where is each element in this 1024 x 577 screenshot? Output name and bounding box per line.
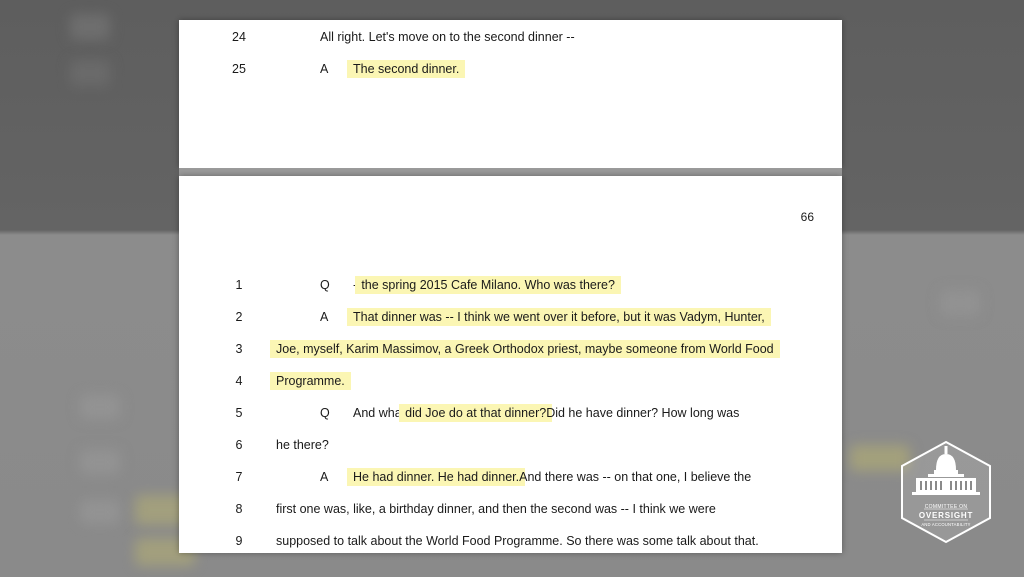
- line-number: 5: [235, 406, 243, 420]
- line-number: 6: [235, 438, 243, 452]
- line-number: 24: [232, 30, 246, 44]
- line-text: he there?: [276, 438, 329, 452]
- line-number: 3: [235, 342, 243, 356]
- highlighted-text: the spring 2015 Cafe Milano. Who was the…: [355, 276, 621, 294]
- highlighted-text: did Joe do at that dinner?: [399, 404, 553, 422]
- highlighted-text: He had dinner. He had dinner.: [347, 468, 526, 486]
- highlighted-text: That dinner was -- I think we went over …: [347, 308, 771, 326]
- highlighted-text: Joe, myself, Karim Massimov, a Greek Ort…: [270, 340, 780, 358]
- blur-shape: [70, 60, 110, 86]
- line-text: Did he have dinner? How long was: [546, 406, 740, 420]
- logo-text: AND ACCOUNTABILITY: [921, 522, 971, 527]
- speaker-label: Q: [320, 278, 330, 292]
- line-text: All right. Let's move on to the second d…: [320, 30, 575, 44]
- line-number: 4: [235, 374, 243, 388]
- capitol-dome-icon: [901, 440, 991, 544]
- highlighted-text: Programme.: [270, 372, 351, 390]
- line-text: supposed to talk about the World Food Pr…: [276, 534, 759, 548]
- speaker-label: A: [320, 310, 329, 324]
- logo-text: OVERSIGHT: [918, 511, 974, 520]
- line-number: 7: [235, 470, 243, 484]
- page-number: 66: [800, 210, 814, 224]
- blur-shape: [70, 14, 110, 40]
- blur-shape: [80, 395, 120, 419]
- line-text: first one was, like, a birthday dinner, …: [276, 502, 716, 516]
- transcript-page-top: 24 All right. Let's move on to the secon…: [179, 20, 842, 168]
- line-number: 9: [235, 534, 243, 548]
- transcript-page-bottom: 66 1 Q -- the spring 2015 Cafe Milano. W…: [179, 176, 842, 553]
- blur-shape: [80, 500, 120, 524]
- committee-logo: COMMITTEE ON OVERSIGHT AND ACCOUNTABILIT…: [898, 440, 994, 544]
- highlighted-text: The second dinner.: [347, 60, 466, 78]
- logo-text: COMMITTEE ON: [924, 504, 968, 510]
- line-number: 25: [232, 62, 246, 76]
- line-text: And what: [353, 406, 406, 420]
- line-number: 2: [235, 310, 243, 324]
- line-number: 1: [235, 278, 243, 292]
- blur-shape: [940, 290, 980, 316]
- blur-shape: [80, 450, 120, 474]
- line-number: 8: [235, 502, 243, 516]
- line-text: And there was -- on that one, I believe …: [519, 470, 752, 484]
- page-separator: [179, 168, 842, 176]
- speaker-label: Q: [320, 406, 330, 420]
- speaker-label: A: [320, 470, 329, 484]
- speaker-label: A: [320, 62, 329, 76]
